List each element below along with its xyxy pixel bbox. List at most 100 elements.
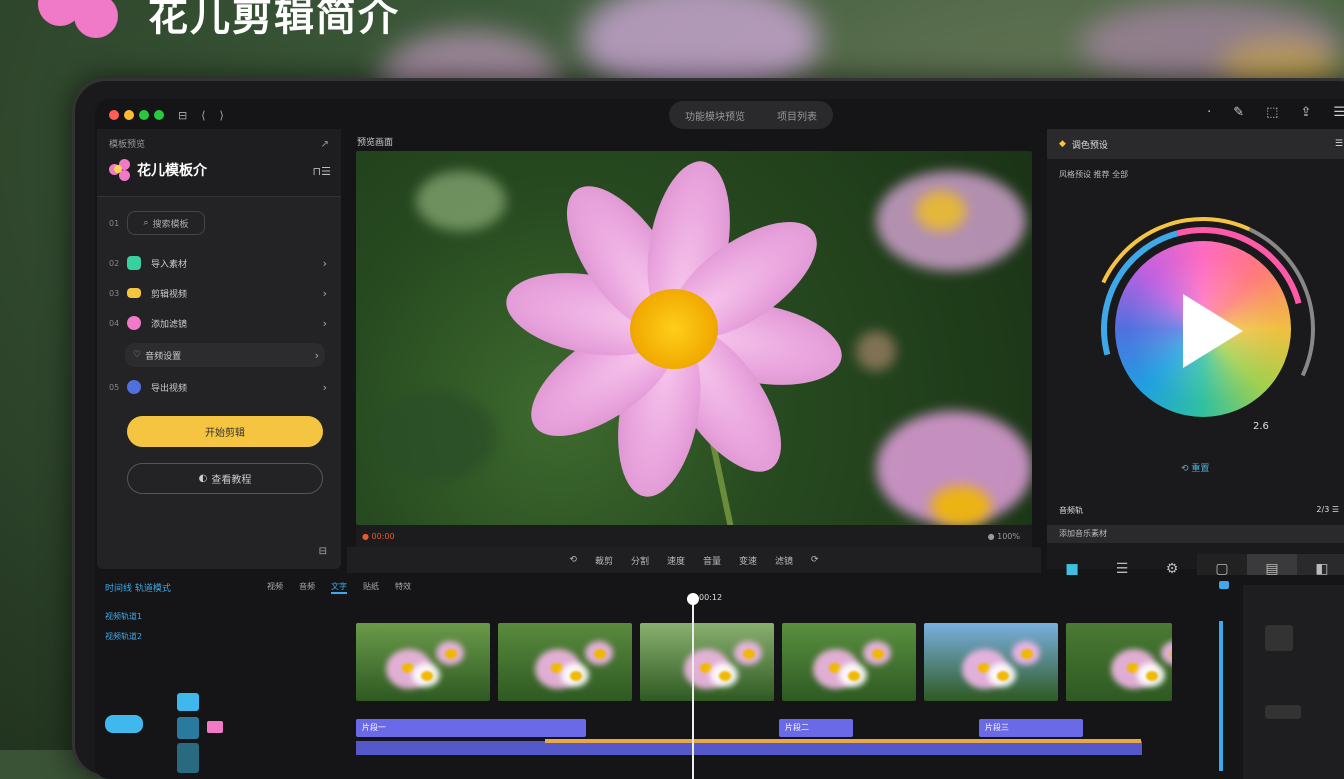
sidebar-item-audio[interactable]: ♡ 音频设置 › [125, 343, 325, 367]
maximize-window-button[interactable] [139, 110, 149, 120]
pill-left-tab[interactable]: 功能模块预览 [685, 108, 745, 123]
tab-audio[interactable]: 音频 [299, 581, 315, 594]
chevron-right-icon: › [314, 348, 319, 362]
sidebar: 模板预览 花儿模板介 ↗ ⊓☰ 01 ⌕ 搜索模板 02 导入素材 › 03 剪… [97, 129, 341, 569]
flower-center [630, 289, 718, 369]
forward-icon[interactable]: ⟩ [220, 109, 224, 122]
status-dot [154, 110, 164, 120]
add-music-row[interactable]: 添加音乐素材 [1047, 525, 1344, 543]
item-number: 05 [109, 383, 120, 392]
right-panel-header: ◆ 调色预设 ☰ [1047, 129, 1344, 159]
back-icon[interactable]: ⟨ [201, 109, 205, 122]
right-panel-title: 调色预设 [1071, 140, 1108, 151]
tutorial-button[interactable]: ◐ 查看教程 [127, 463, 323, 494]
sidebar-item-filter[interactable]: 添加滤镜 › [127, 311, 327, 335]
split-button[interactable]: 分割 [631, 554, 649, 567]
banner-title: 花儿剪辑简介 [148, 0, 400, 40]
inspector-slider[interactable] [1265, 705, 1301, 719]
pill-right-tab[interactable]: 项目列表 [777, 108, 817, 123]
clip-thumbnail[interactable] [782, 623, 916, 701]
thumbnail-flower-center [594, 649, 606, 659]
tutorial-icon: ◐ [198, 473, 208, 484]
search-icon: ⌕ [143, 218, 149, 228]
undo-button[interactable]: ⟲ [569, 555, 577, 565]
crop-button[interactable]: 裁剪 [595, 554, 613, 567]
item-number: 03 [109, 289, 120, 298]
audio-track[interactable] [356, 741, 1142, 755]
tab-sticker[interactable]: 贴纸 [363, 581, 379, 594]
clip-thumbnail[interactable] [924, 623, 1058, 701]
edit-icon[interactable]: ✎ [1233, 105, 1244, 120]
timeline-tabs: 视频 音频 文字 贴纸 特效 [267, 581, 411, 594]
menu-icon[interactable]: ☰ [1335, 139, 1343, 149]
export-icon [127, 380, 141, 394]
speed-button[interactable]: 速度 [667, 554, 685, 567]
redo-button[interactable]: ⟳ [811, 555, 819, 565]
inspector-icon[interactable] [1265, 625, 1293, 651]
sidebar-footer-icon[interactable]: ⊟ [319, 546, 327, 557]
collapse-icon[interactable]: ⊓☰ [313, 165, 331, 178]
sidebar-header-small: 模板预览 [109, 140, 146, 150]
audio-icon: ♡ [133, 350, 142, 360]
thumbnail-flower-center [743, 649, 755, 659]
preview-label: 预览画面 [357, 138, 394, 148]
clip-thumbnail[interactable] [498, 623, 632, 701]
timeline-scrollbar[interactable] [1219, 621, 1223, 771]
playhead[interactable] [687, 593, 699, 779]
tab-text[interactable]: 文字 [331, 581, 347, 594]
audio-row: 音频轨 2/3 ☰ [1059, 505, 1344, 516]
audio-row-label: 音频轨 [1059, 506, 1083, 515]
thumbnail-flower-center [570, 671, 582, 681]
thumbnail-flower-center [719, 671, 731, 681]
clip-track[interactable]: 片段一 [356, 719, 586, 737]
export-icon[interactable]: ⇪ [1300, 105, 1311, 120]
clip-thumbnail[interactable] [640, 623, 774, 701]
video-preview[interactable] [356, 151, 1032, 525]
volume-button[interactable]: 音量 [703, 554, 721, 567]
thumbnail-flower-center [1021, 649, 1033, 659]
sidebar-item-label: 导入素材 [151, 259, 188, 270]
color-wheel-play-button[interactable] [1115, 241, 1291, 417]
sidebar-icon[interactable]: ⊟ [178, 109, 187, 122]
thumbnail-flower-center [1146, 671, 1158, 681]
clip-track[interactable]: 片段二 [779, 719, 853, 737]
palette-icon: ◆ [1059, 139, 1066, 149]
track-toggle[interactable] [105, 715, 143, 733]
sidebar-item-export[interactable]: 导出视频 › [127, 375, 327, 399]
variable-speed-button[interactable]: 变速 [739, 554, 757, 567]
expand-icon[interactable]: ↗ [321, 139, 329, 150]
tab-video[interactable]: 视频 [267, 581, 283, 594]
preview-status-bar: ● 00:00 ● 100% [356, 525, 1032, 547]
clip-thumbnail[interactable] [356, 623, 490, 701]
timeline: 时间线 轨道模式 视频 音频 文字 贴纸 特效 视频轨道1 视频轨道2 片段一 … [95, 575, 1344, 779]
track-color-icon[interactable] [207, 721, 223, 733]
zoom-icon[interactable] [1219, 581, 1229, 589]
track-audio-icon[interactable] [177, 743, 199, 773]
clip-track[interactable]: 片段三 [979, 719, 1083, 737]
brand-name: 花儿模板介 [137, 163, 207, 179]
help-icon[interactable]: · [1207, 105, 1211, 120]
track-mute-icon[interactable] [177, 717, 199, 739]
close-window-button[interactable] [109, 110, 119, 120]
chevron-right-icon: › [322, 286, 327, 300]
menu-icon[interactable]: ☰ [1333, 105, 1344, 120]
sidebar-brand: 花儿模板介 [109, 159, 207, 181]
minimize-window-button[interactable] [124, 110, 134, 120]
clip-label: 片段三 [985, 723, 1009, 732]
filter-button[interactable]: 滤镜 [775, 554, 793, 567]
tab-effects[interactable]: 特效 [395, 581, 411, 594]
search-label: 搜索模板 [152, 219, 189, 230]
track-lock-icon[interactable] [177, 693, 199, 711]
sidebar-item-label: 导出视频 [151, 383, 188, 394]
start-edit-button[interactable]: 开始剪辑 [127, 416, 323, 447]
sidebar-item-label: 添加滤镜 [151, 319, 188, 330]
sidebar-item-label: 剪辑视频 [151, 289, 188, 300]
sidebar-item-edit[interactable]: 剪辑视频 › [127, 281, 327, 305]
track-label: 视频轨道1 [105, 612, 143, 621]
clip-thumbnail[interactable] [1066, 623, 1172, 701]
preset-filter-tabs[interactable]: 风格预设 推荐 全部 [1059, 169, 1128, 180]
share-icon[interactable]: ⬚ [1266, 105, 1278, 120]
search-input[interactable]: ⌕ 搜索模板 [127, 211, 205, 235]
sidebar-item-import[interactable]: 导入素材 › [127, 251, 327, 275]
reset-link[interactable]: ⟲ 重置 [1181, 461, 1209, 474]
